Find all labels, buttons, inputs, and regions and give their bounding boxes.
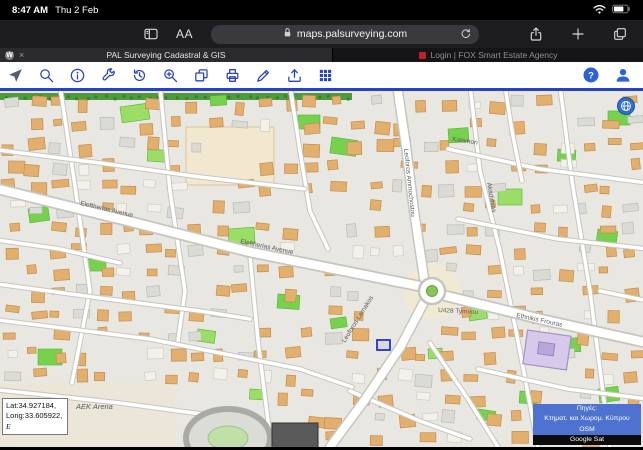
attribution-header: Πηγές: <box>533 404 641 414</box>
reload-button[interactable] <box>459 27 472 43</box>
status-bar: 8:47 AM Thu 2 Feb <box>0 0 643 20</box>
map-canvas[interactable]: Eleftherias AvenueEleftherias AvenueLeof… <box>0 91 643 447</box>
svg-text:AEK Arena: AEK Arena <box>75 402 113 411</box>
longitude-value: Long:33.605922, <box>6 411 62 422</box>
upload-button[interactable] <box>285 66 304 85</box>
hemisphere-value: E <box>6 422 62 433</box>
attribution-source-osm[interactable]: OSM <box>533 425 641 435</box>
ipad-screen: 8:47 AM Thu 2 Feb AA maps.palsurveying.co… <box>0 0 643 450</box>
tab-title: Login | FOX Smart Estate Agency <box>431 50 558 60</box>
url-text: maps.palsurveying.com <box>297 28 407 40</box>
new-tab-button[interactable] <box>569 25 587 43</box>
print-button[interactable] <box>223 66 242 85</box>
locate-arrow-button[interactable] <box>6 66 25 85</box>
status-right <box>593 4 631 17</box>
app-toolbar: ? <box>0 62 643 91</box>
grid-apps-button[interactable] <box>316 66 335 85</box>
attribution-source-google-sat[interactable]: Google Sat <box>533 435 641 445</box>
lock-icon <box>283 27 292 41</box>
tabs-overview-button[interactable] <box>611 25 629 43</box>
svg-text:?: ? <box>588 70 594 80</box>
tab-active-pal-surveying[interactable]: W × PAL Surveying Cadastral & GIS <box>0 48 332 62</box>
status-time: 8:47 AM <box>12 5 48 16</box>
windows-layers-button[interactable] <box>192 66 211 85</box>
tab-title: PAL Surveying Cadastral & GIS <box>0 50 332 60</box>
map-attribution: Πηγές: Κτηματ. και Χωρομ. Κύπρου OSM Goo… <box>533 404 641 445</box>
search-button[interactable] <box>37 66 56 85</box>
status-left: 8:47 AM Thu 2 Feb <box>12 5 105 16</box>
fox-favicon <box>419 52 426 59</box>
map-container[interactable]: Eleftherias AvenueEleftherias AvenueLeof… <box>0 91 643 447</box>
attribution-source-cadastral[interactable]: Κτηματ. και Χωρομ. Κύπρου <box>533 414 641 424</box>
latitude-value: Lat:34.927184, <box>6 401 62 412</box>
zoom-in-button[interactable] <box>161 66 180 85</box>
safari-toolbar: AA maps.palsurveying.com <box>0 20 643 48</box>
history-button[interactable] <box>130 66 149 85</box>
draw-pencil-button[interactable] <box>254 66 273 85</box>
address-bar[interactable]: maps.palsurveying.com <box>211 25 479 44</box>
help-button[interactable]: ? <box>581 66 600 85</box>
share-button[interactable] <box>527 25 545 43</box>
globe-layers-button[interactable] <box>617 97 635 115</box>
wifi-icon <box>593 4 606 17</box>
sidebar-toggle-button[interactable] <box>142 25 160 43</box>
tools-wrench-button[interactable] <box>99 66 118 85</box>
tab-bar: W × PAL Surveying Cadastral & GIS Login … <box>0 48 643 62</box>
info-button[interactable] <box>68 66 87 85</box>
battery-icon <box>612 4 631 17</box>
reader-text-button[interactable]: AA <box>176 27 193 41</box>
status-date: Thu 2 Feb <box>55 5 98 16</box>
coordinates-readout: Lat:34.927184, Long:33.605922, E <box>2 398 68 436</box>
user-account-button[interactable] <box>613 66 632 85</box>
tab-inactive-fox-login[interactable]: Login | FOX Smart Estate Agency <box>333 48 643 62</box>
